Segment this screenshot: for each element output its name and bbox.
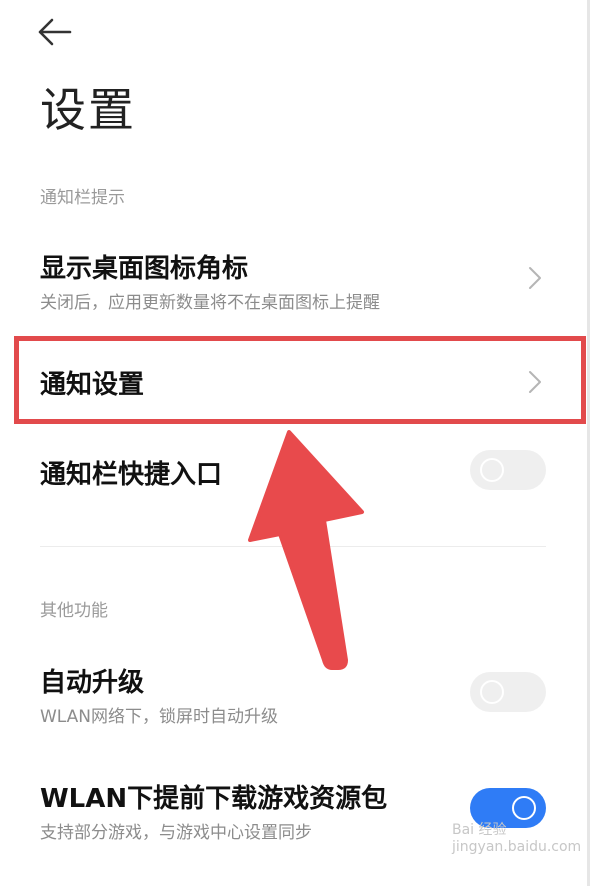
watermark-line2: jingyan.baidu.com <box>452 838 582 855</box>
auto-update-toggle[interactable] <box>470 672 546 712</box>
row-subtitle: WLAN网络下，锁屏时自动升级 <box>40 707 279 727</box>
row-title: 显示桌面图标角标 <box>40 254 249 284</box>
row-title: 自动升级 <box>40 668 145 698</box>
toggle-knob <box>480 458 504 482</box>
toggle-knob <box>512 796 536 820</box>
row-subtitle: 支持部分游戏，与游戏中心设置同步 <box>40 823 312 843</box>
chevron-right-icon <box>529 267 541 289</box>
toggle-knob <box>480 680 504 704</box>
row-title: 通知栏快捷入口 <box>40 460 223 490</box>
red-arrow-annotation <box>248 430 364 670</box>
quick-entry-toggle[interactable] <box>470 450 546 490</box>
page-title: 设置 <box>40 83 136 137</box>
row-subtitle: 关闭后，应用更新数量将不在桌面图标上提醒 <box>40 293 380 313</box>
highlight-box <box>14 336 586 424</box>
badge-setting-row[interactable]: 显示桌面图标角标 关闭后，应用更新数量将不在桌面图标上提醒 <box>0 232 590 324</box>
watermark-line1: Bai 经验 <box>452 822 507 838</box>
section-header-other: 其他功能 <box>40 601 108 621</box>
baidu-watermark: Bai 经验 jingyan.baidu.com <box>452 822 581 856</box>
back-arrow-icon[interactable] <box>36 16 72 48</box>
row-title: WLAN下提前下载游戏资源包 <box>40 784 388 814</box>
section-header-notification: 通知栏提示 <box>40 188 125 208</box>
